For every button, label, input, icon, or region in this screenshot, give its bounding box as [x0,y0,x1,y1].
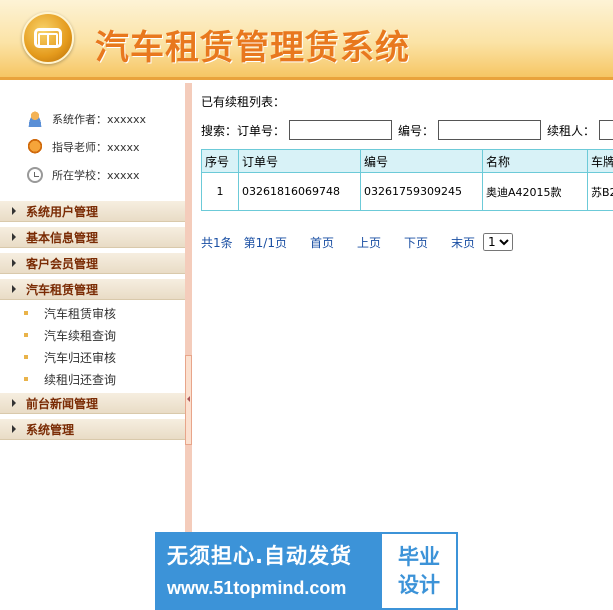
submenu-rental-review[interactable]: 汽车租赁审核 [0,302,185,324]
renter-input[interactable] [599,120,613,140]
menu-basic-info[interactable]: 基本信息管理 [0,226,185,248]
table-header-row: 序号 订单号 编号 名称 车牌 [201,149,613,173]
sidebar-menu: 系统用户管理 基本信息管理 客户会员管理 汽车租赁管理 汽车租赁审核 汽车续租查… [0,200,185,440]
menu-system[interactable]: 系统管理 [0,418,185,440]
list-title: 已有续租列表： [201,95,286,109]
total-count: 共1条 [201,235,233,250]
submenu-return-review[interactable]: 汽车归还审核 [0,346,185,368]
order-number-input[interactable] [289,120,393,140]
logo-icon [22,12,74,64]
bullet-icon [24,311,28,315]
info-school: 所在学校：xxxxx [0,161,185,189]
menu-car-rental[interactable]: 汽车租赁管理 [0,278,185,300]
author-info: 系统作者：xxxxxx 指导老师：xxxxx 所在学校：xxxxx [0,83,185,189]
col-header-order: 订单号 [238,149,361,173]
page-select[interactable]: 1 [483,233,514,251]
menu-news[interactable]: 前台新闻管理 [0,392,185,414]
user-icon [27,111,43,127]
col-header-name: 名称 [482,149,588,173]
last-page-link[interactable]: 末页 [451,234,475,251]
bullet-icon [24,355,28,359]
bullet-icon [24,333,28,337]
pagination: 共1条 第1/1页 首页 上页 下页 末页 1 [201,233,514,251]
bullet-icon [24,377,28,381]
table-row[interactable]: 1 03261816069748 03261759309245 奥迪A42015… [201,172,613,211]
app-title: 汽车租赁管理赁系统 [95,28,410,68]
menu-customers[interactable]: 客户会员管理 [0,252,185,274]
arrow-right-icon [12,207,16,215]
app-header: 汽车租赁管理赁系统 [0,0,613,80]
sidebar: 系统作者：xxxxxx 指导老师：xxxxx 所在学校：xxxxx 系统用户管理… [0,83,185,610]
search-bar: 搜索： 订单号： 编号： 续租人： [201,120,613,140]
arrow-right-icon [12,425,16,433]
main-content: 已有续租列表： 搜索： 订单号： 编号： 续租人： 序号 订单号 编号 名称 车… [192,83,613,610]
teacher-icon [27,139,43,155]
car-rental-submenu: 汽车租赁审核 汽车续租查询 汽车归还审核 续租归还查询 [0,302,185,390]
menu-system-users[interactable]: 系统用户管理 [0,200,185,222]
col-header-index: 序号 [201,149,239,173]
cell-code: 03261759309245 [360,172,483,211]
collapse-sidebar-handle[interactable] [185,355,192,445]
cell-index: 1 [201,172,239,211]
code-input[interactable] [438,120,542,140]
school-icon [27,167,43,183]
col-header-plate: 车牌 [587,149,613,173]
page-indicator: 第1/1页 [243,235,287,250]
cell-order: 03261816069748 [238,172,361,211]
renewal-table: 序号 订单号 编号 名称 车牌 1 03261816069748 0326175… [201,149,613,211]
arrow-right-icon [12,399,16,407]
first-page-link[interactable]: 首页 [310,234,334,251]
info-teacher: 指导老师：xxxxx [0,133,185,161]
info-author: 系统作者：xxxxxx [0,105,185,133]
next-page-link[interactable]: 下页 [404,234,428,251]
watermark-badge: 毕业 设计 [380,532,458,610]
prev-page-link[interactable]: 上页 [357,234,381,251]
cell-plate: 苏B2 [587,172,613,211]
submenu-renewal-query[interactable]: 汽车续租查询 [0,324,185,346]
arrow-right-icon [12,233,16,241]
submenu-renewal-return-query[interactable]: 续租归还查询 [0,368,185,390]
arrow-right-icon [12,285,16,293]
cell-name: 奥迪A42015款 [482,172,588,211]
col-header-code: 编号 [360,149,483,173]
watermark-banner: 无须担心.自动发货 www.51topmind.com 毕业 设计 [155,532,458,610]
sidebar-splitter [185,83,192,610]
arrow-right-icon [12,259,16,267]
